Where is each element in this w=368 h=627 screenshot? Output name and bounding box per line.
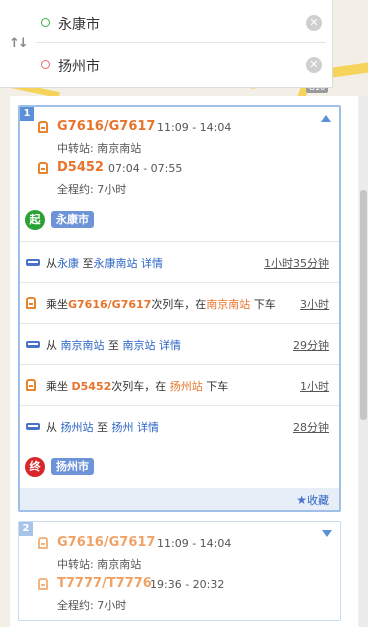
end-point: 终 扬州市 [25, 455, 340, 479]
route-step[interactable]: 从 扬州站 至 扬州 详情 28分钟 [20, 405, 339, 446]
train-number[interactable]: G7616/G7617 [57, 535, 155, 550]
collapse-arrow-icon[interactable] [321, 115, 331, 122]
route-step[interactable]: 乘坐G7616/G7617次列车，在南京南站 下车 3小时 [20, 282, 339, 323]
train-icon [38, 162, 48, 174]
train-time: 19:36 - 20:32 [150, 578, 225, 591]
step-text: 乘坐G7616/G7617次列车，在南京南站 下车 [46, 298, 276, 311]
origin-text[interactable]: 永康市 [58, 14, 100, 34]
star-icon: ★ [296, 493, 307, 507]
step-place: 南京南站 [60, 339, 105, 352]
step-duration[interactable]: 29分钟 [293, 337, 329, 353]
step-place: 南京站 [122, 339, 156, 352]
destination-text[interactable]: 扬州市 [58, 56, 100, 76]
route-step[interactable]: 乘坐 D5452次列车，在 扬州站 下车 1小时 [20, 364, 339, 405]
clear-origin-icon[interactable]: ✕ [306, 15, 322, 31]
step-train: G7616/G7617 [68, 298, 152, 311]
scrollbar-thumb[interactable] [360, 190, 367, 420]
plan-footer: ★收藏 [20, 488, 339, 510]
step-duration[interactable]: 1小时35分钟 [264, 255, 329, 271]
train-icon [38, 537, 48, 549]
route-plan-2[interactable]: 2 G7616/G7617 11:09 - 14:04 中转站: 南京南站 T7… [18, 521, 341, 621]
route-search-box: ↑↓ 永康市 ✕ 扬州市 ✕ [0, 0, 333, 88]
bus-icon [26, 423, 40, 430]
destination-dot-icon [41, 60, 50, 69]
origin-field[interactable]: 永康市 ✕ [36, 3, 326, 43]
step-text: 从 南京南站 至 南京站 详情 [46, 339, 181, 352]
step-duration[interactable]: 3小时 [300, 296, 329, 312]
end-badge-icon: 终 [25, 457, 45, 477]
route-step[interactable]: 从永康 至永康南站 详情 1小时35分钟 [20, 241, 339, 282]
swap-icon[interactable]: ↑↓ [9, 36, 29, 54]
detail-link[interactable]: 详情 [137, 421, 159, 434]
route-step[interactable]: 从 南京南站 至 南京站 详情 29分钟 [20, 323, 339, 364]
plan-number: 2 [19, 522, 33, 536]
transfer-station: 中转站: 南京南站 [57, 142, 142, 155]
clear-destination-icon[interactable]: ✕ [306, 57, 322, 73]
start-badge-icon: 起 [25, 210, 45, 230]
bus-icon [26, 341, 40, 348]
train-time: 11:09 - 14:04 [157, 121, 232, 134]
detail-link[interactable]: 详情 [141, 257, 163, 270]
train-icon [26, 297, 36, 309]
favorite-button[interactable]: ★收藏 [296, 492, 329, 508]
train-time: 11:09 - 14:04 [157, 537, 232, 550]
step-duration[interactable]: 28分钟 [293, 419, 329, 435]
step-train: D5452 [71, 380, 112, 393]
step-duration[interactable]: 1小时 [300, 378, 329, 394]
total-duration: 全程约: 7小时 [57, 183, 127, 196]
total-duration: 全程约: 7小时 [57, 599, 127, 612]
train-number[interactable]: D5452 [57, 160, 104, 175]
destination-field[interactable]: 扬州市 ✕ [36, 45, 326, 85]
step-place: 永康南站 [93, 257, 138, 270]
origin-dot-icon [41, 18, 50, 27]
bus-icon [26, 259, 40, 266]
step-station: 南京南站 [206, 298, 251, 311]
step-place: 永康 [57, 257, 79, 270]
detail-link[interactable]: 详情 [159, 339, 181, 352]
step-text: 从 扬州站 至 扬州 详情 [46, 421, 159, 434]
step-station: 扬州站 [169, 380, 203, 393]
plan-number: 1 [20, 107, 34, 121]
train-time: 07:04 - 07:55 [108, 162, 183, 175]
route-plan-1: 1 G7616/G7617 11:09 - 14:04 中转站: 南京南站 D5… [18, 105, 341, 512]
step-place: 扬州 [111, 421, 134, 434]
step-text: 从永康 至永康南站 详情 [46, 257, 163, 270]
train-number[interactable]: G7616/G7617 [57, 119, 155, 134]
train-icon [26, 379, 36, 391]
start-name[interactable]: 永康市 [51, 211, 94, 228]
step-place: 扬州站 [60, 421, 94, 434]
train-icon [38, 121, 48, 133]
start-point: 起 永康市 [25, 208, 340, 232]
transfer-station: 中转站: 南京南站 [57, 558, 142, 571]
end-name[interactable]: 扬州市 [51, 458, 94, 475]
train-icon [38, 578, 48, 590]
expand-arrow-icon[interactable] [322, 530, 332, 537]
step-text: 乘坐 D5452次列车，在 扬州站 下车 [46, 380, 229, 393]
train-number[interactable]: T7777/T7776 [57, 576, 152, 591]
